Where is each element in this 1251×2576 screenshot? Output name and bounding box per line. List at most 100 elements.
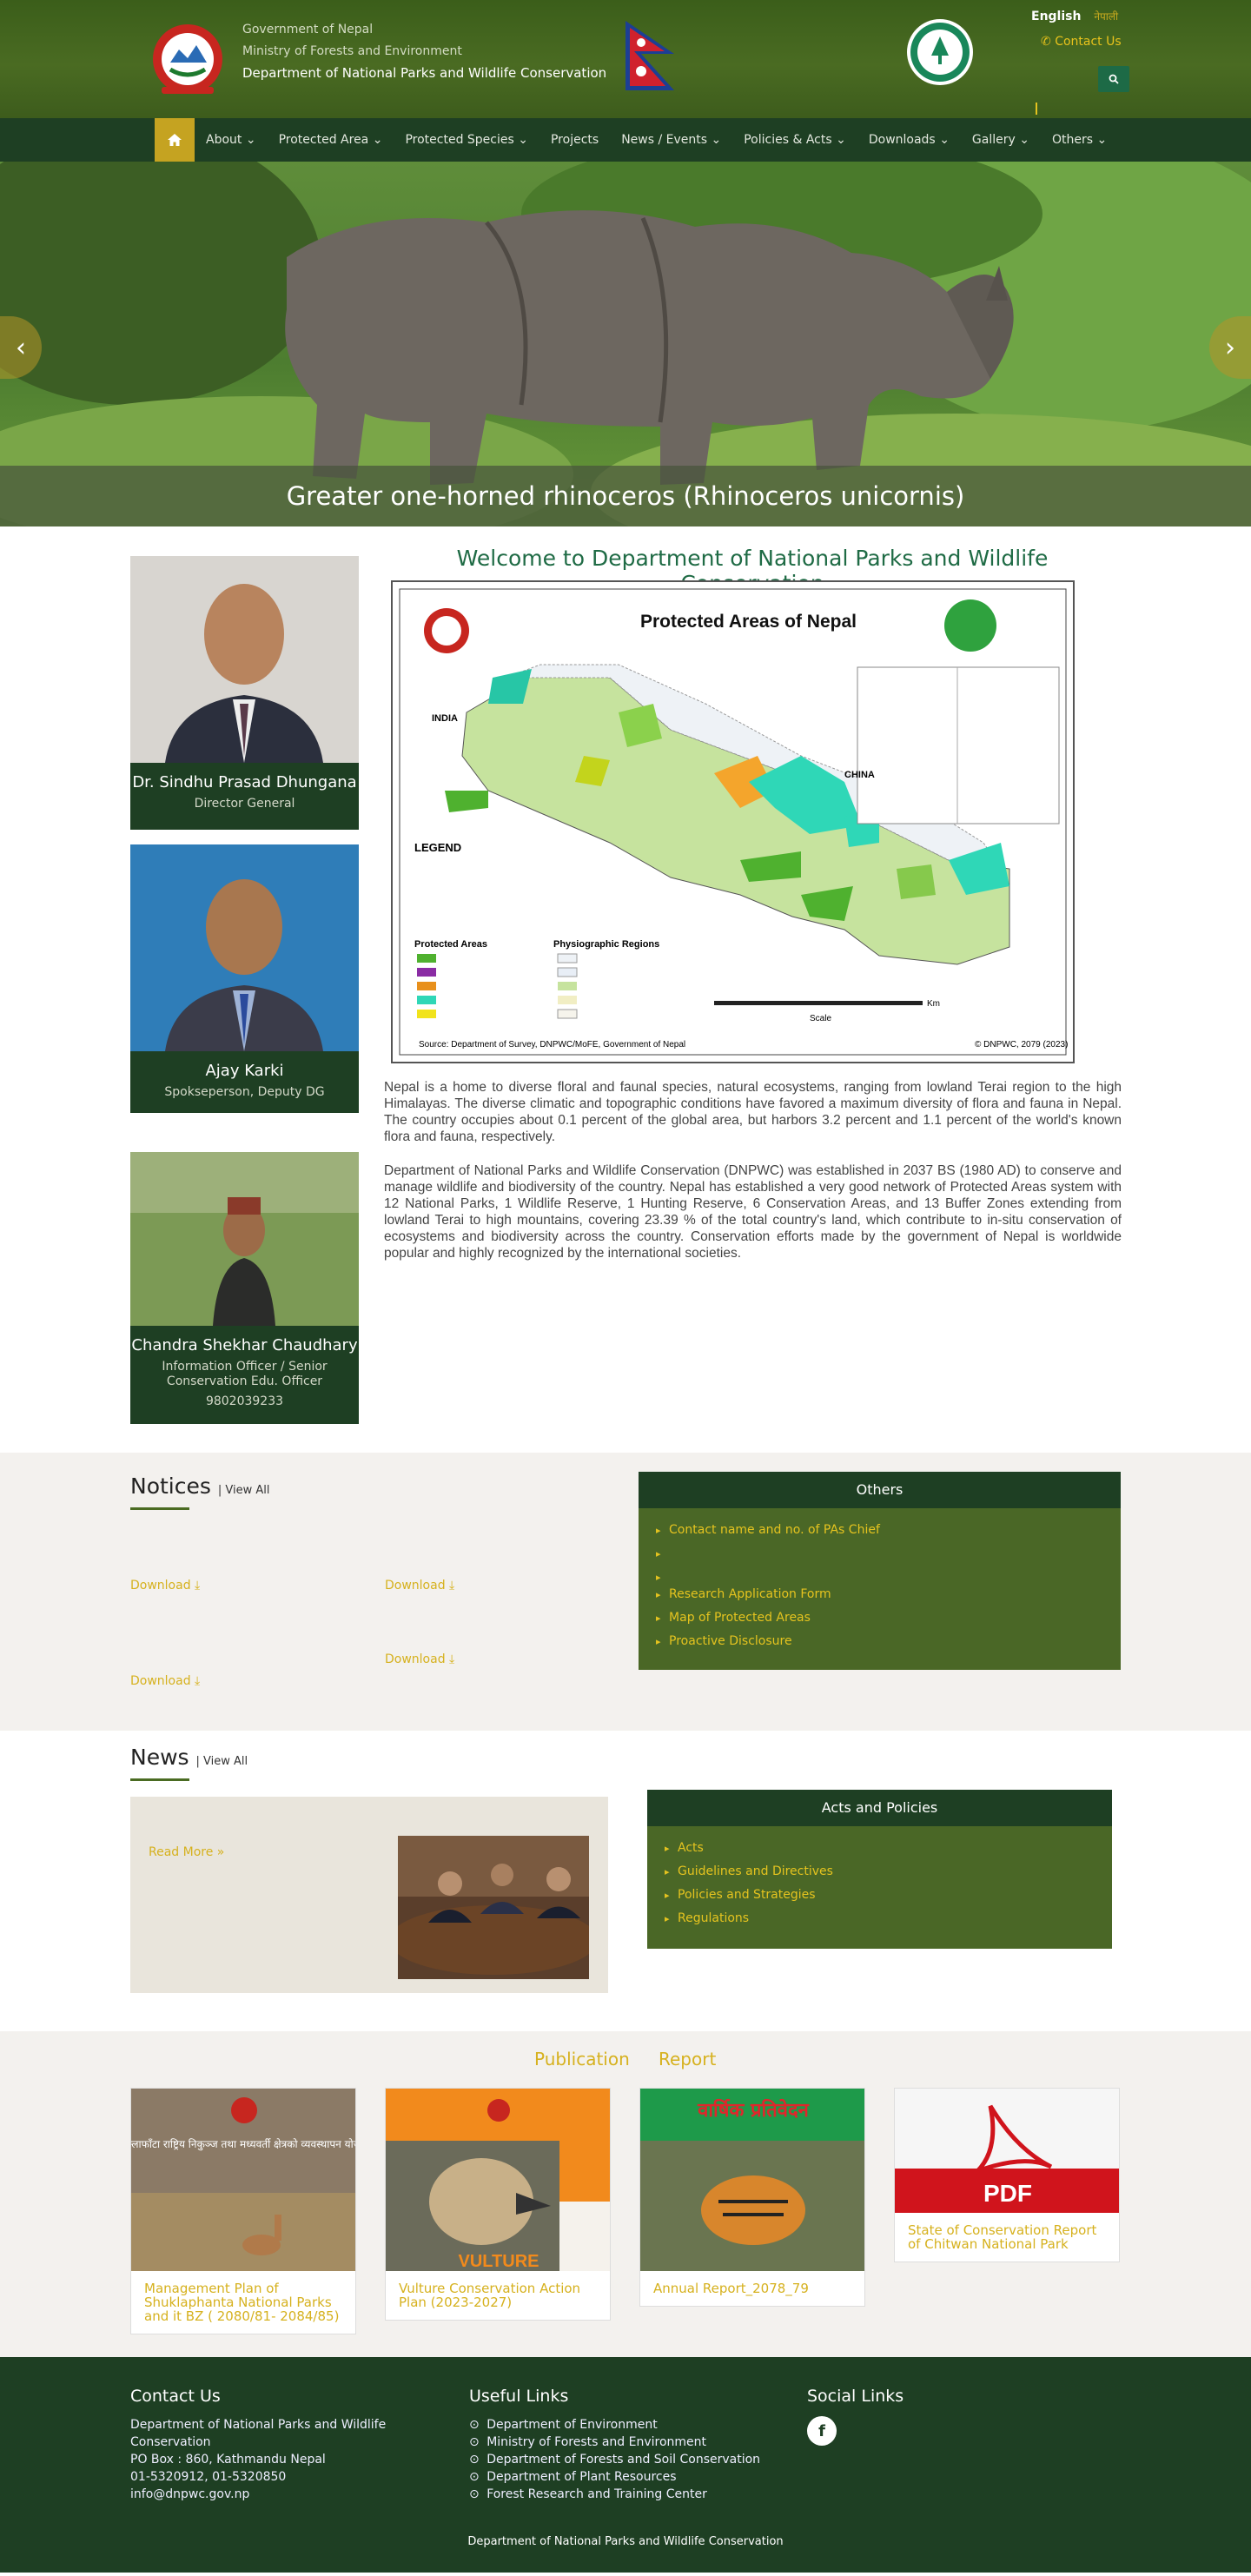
news-card[interactable]: Read More »: [130, 1797, 608, 1993]
acts-link[interactable]: Acts: [665, 1837, 1095, 1860]
chevron-down-icon: ⌄: [1096, 133, 1108, 147]
lang-english[interactable]: English: [1031, 10, 1081, 23]
others-link[interactable]: Proactive Disclosure: [656, 1630, 1103, 1653]
dnpwc-logo[interactable]: [905, 17, 975, 87]
nav-protected-area[interactable]: Protected Area ⌄: [268, 118, 394, 162]
policies-link[interactable]: Policies and Strategies: [665, 1884, 1095, 1907]
nav-home[interactable]: [155, 118, 195, 162]
dept-name: Department of National Parks and Wildlif…: [242, 65, 607, 81]
publication-cover: शुक्लाफाँटा राष्ट्रिय निकुञ्ज तथा मध्यवर…: [131, 2089, 355, 2271]
tab-report[interactable]: Report: [659, 2049, 716, 2069]
staff-card-spokesperson[interactable]: Ajay Karki Spokseperson, Deputy DG: [130, 844, 359, 1113]
download-label: Download: [385, 1652, 446, 1666]
others-link[interactable]: Map of Protected Areas: [656, 1606, 1103, 1630]
cover-text: वार्षिक प्रतिवेदन: [697, 2098, 810, 2122]
notices-view-all-link[interactable]: View All: [225, 1484, 269, 1497]
footer-link[interactable]: Forest Research and Training Center: [469, 2486, 760, 2503]
footer-contact-line[interactable]: info@dnpwc.gov.np: [130, 2486, 386, 2503]
map-legend-title: LEGEND: [414, 841, 461, 854]
nav-gallery-label: Gallery: [971, 133, 1016, 147]
read-more-link[interactable]: Read More »: [149, 1845, 224, 1859]
nav-protected-species-label: Protected Species: [405, 133, 514, 147]
slider-caption: Greater one-horned rhinoceros (Rhinocero…: [0, 466, 1251, 526]
publication-card[interactable]: वार्षिक प्रतिवेदन Annual Report_2078_79: [639, 2088, 865, 2307]
notice-download-link[interactable]: Download ⤓: [385, 1652, 454, 1666]
footer-contact-line: Department of National Parks and Wildlif…: [130, 2418, 387, 2432]
nav-others[interactable]: Others ⌄: [1041, 118, 1118, 162]
publication-card[interactable]: VULTURE Vulture Conservation Action Plan…: [385, 2088, 611, 2321]
others-link[interactable]: Research Application Form: [656, 1583, 1103, 1606]
news-title: News: [130, 1745, 189, 1770]
map-label-india: INDIA: [432, 713, 458, 724]
staff-card-director-general[interactable]: Dr. Sindhu Prasad Dhungana Director Gene…: [130, 556, 359, 830]
nav-projects-label: Projects: [550, 133, 599, 147]
protected-areas-map[interactable]: Protected Areas of Nepal CHINA INDIA LEG…: [391, 580, 1075, 1063]
map-label-china: CHINA: [844, 770, 875, 780]
staff-photo: [130, 556, 359, 763]
notice-download-link[interactable]: Download ⤓: [130, 1579, 200, 1593]
facebook-icon[interactable]: f: [807, 2416, 837, 2446]
news-section: News | View All Read More » Acts and Pol…: [0, 1731, 1251, 2031]
gov-line-1: Government of Nepal: [242, 23, 374, 36]
director-general-photo: [130, 556, 359, 763]
publication-title: State of Conservation Report of Chitwan …: [908, 2222, 1097, 2252]
guidelines-link[interactable]: Guidelines and Directives: [665, 1860, 1095, 1884]
nav-projects[interactable]: Projects: [539, 118, 610, 162]
regulations-link[interactable]: Regulations: [665, 1907, 1095, 1930]
news-heading: News | View All: [130, 1745, 248, 1770]
nav-gallery[interactable]: Gallery ⌄: [961, 118, 1041, 162]
notices-heading: Notices | View All: [130, 1473, 270, 1499]
notices-title: Notices: [130, 1473, 211, 1499]
news-thumbnail-image[interactable]: [398, 1836, 589, 1979]
footer-link[interactable]: Department of Forests and Soil Conservat…: [469, 2451, 760, 2468]
footer-link[interactable]: Department of Environment: [469, 2416, 760, 2434]
notice-download-link[interactable]: Download ⤓: [385, 1579, 454, 1593]
nav-downloads[interactable]: Downloads ⌄: [857, 118, 961, 162]
download-icon: ⤓: [449, 1579, 455, 1593]
search-button[interactable]: [1098, 66, 1129, 92]
nav-about[interactable]: About ⌄: [195, 118, 268, 162]
nepal-emblem-logo[interactable]: [144, 19, 231, 96]
staff-name: Chandra Shekhar Chaudhary: [131, 1336, 358, 1354]
news-view-all-link[interactable]: View All: [203, 1755, 248, 1768]
contact-us-link[interactable]: ✆ Contact Us: [1041, 35, 1122, 49]
publication-section: Publication Report शुक्लाफाँटा राष्ट्रिय…: [0, 2031, 1251, 2357]
map-physio-title: Physiographic Regions: [553, 939, 659, 950]
notice-download-link[interactable]: Download ⤓: [130, 1674, 200, 1688]
download-label: Download: [130, 1674, 191, 1688]
footer-contact-line: PO Box : 860, Kathmandu Nepal: [130, 2453, 326, 2467]
nav-policies-acts[interactable]: Policies & Acts ⌄: [732, 118, 857, 162]
nav-protected-species[interactable]: Protected Species ⌄: [394, 118, 539, 162]
hero-slider: ‹ › Greater one-horned rhinoceros (Rhino…: [0, 162, 1251, 526]
news-underline: [130, 1778, 189, 1781]
chevron-right-icon: ›: [1225, 332, 1235, 363]
chevron-down-icon: ⌄: [518, 133, 528, 147]
others-link[interactable]: [656, 1542, 1103, 1566]
welcome-section: Dr. Sindhu Prasad Dhungana Director Gene…: [0, 526, 1251, 1453]
nav-news-events[interactable]: News / Events ⌄: [610, 118, 732, 162]
acts-policies-panel: Acts and Policies Acts Guidelines and Di…: [647, 1790, 1112, 1949]
intro-paragraph-1: Nepal is a home to diverse floral and fa…: [384, 1080, 1122, 1144]
lang-nepali[interactable]: नेपाली: [1094, 10, 1118, 23]
publication-cover: वार्षिक प्रतिवेदन: [640, 2089, 864, 2271]
footer-contact-title: Contact Us: [130, 2387, 221, 2406]
language-switcher: English नेपाली: [1031, 9, 1118, 23]
footer-copyright: Department of National Parks and Wildlif…: [467, 2535, 784, 2548]
footer-link[interactable]: Ministry of Forests and Environment: [469, 2434, 760, 2451]
staff-phone: 9802039233: [205, 1394, 284, 1408]
staff-card-information-officer[interactable]: Chandra Shekhar Chaudhary Information Of…: [130, 1152, 359, 1424]
contact-us-label: Contact Us: [1055, 35, 1122, 49]
chevron-down-icon: ⌄: [836, 133, 846, 147]
publication-card[interactable]: PDF State of Conservation Report of Chit…: [894, 2088, 1120, 2262]
footer-link[interactable]: Department of Plant Resources: [469, 2468, 760, 2486]
publication-card[interactable]: शुक्लाफाँटा राष्ट्रिय निकुञ्ज तथा मध्यवर…: [130, 2088, 356, 2334]
footer-useful-title: Useful Links: [469, 2387, 569, 2406]
tab-publication[interactable]: Publication: [534, 2049, 630, 2069]
publication-title: Management Plan of Shuklaphanta National…: [144, 2281, 340, 2324]
footer-contact-line: Conservation: [130, 2435, 211, 2449]
others-link[interactable]: Contact name and no. of PAs Chief: [656, 1519, 1103, 1542]
footer-contact-line: 01-5320912, 01-5320850: [130, 2470, 287, 2484]
download-icon: ⤓: [195, 1579, 201, 1593]
others-spacer: [656, 1566, 1103, 1583]
gov-line-2: Ministry of Forests and Environment: [242, 44, 462, 58]
